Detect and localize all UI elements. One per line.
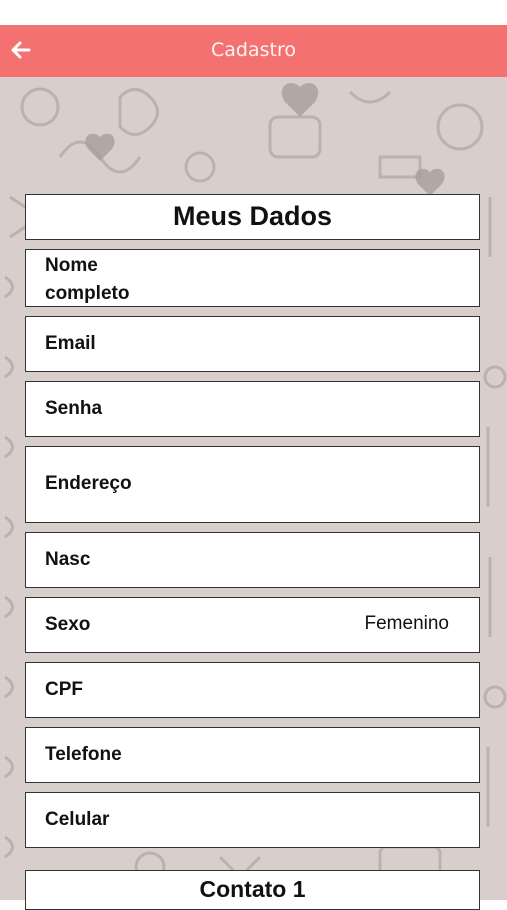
field-celular[interactable]: Celular (25, 792, 480, 848)
section-title: Contato 1 (199, 876, 306, 902)
field-label: Email (45, 333, 96, 354)
field-cpf[interactable]: CPF (25, 662, 480, 718)
field-nasc[interactable]: Nasc (25, 532, 480, 588)
section-title: Meus Dados (172, 201, 333, 231)
field-email[interactable]: Email (25, 316, 480, 372)
field-label: CPF (45, 679, 83, 700)
field-label: Telefone (45, 744, 122, 765)
field-senha[interactable]: Senha (25, 381, 480, 437)
field-endereco[interactable]: Endereço (25, 446, 480, 523)
field-label: Nome completo (45, 255, 130, 304)
field-sexo[interactable]: Sexo Femenino (25, 597, 480, 653)
field-label: Sexo (45, 614, 91, 635)
field-label: Senha (45, 398, 103, 419)
field-label: Endereço (45, 473, 132, 494)
section-header-meus-dados: Meus Dados (25, 194, 480, 240)
field-label: Nasc (45, 549, 91, 570)
page-title: Cadastro (211, 39, 296, 61)
field-telefone[interactable]: Telefone (25, 727, 480, 783)
field-label: Celular (45, 809, 110, 830)
nav-bar: Cadastro (0, 25, 507, 77)
section-header-contato-1: Contato 1 (25, 870, 480, 910)
status-bar (0, 0, 507, 25)
field-nome-completo[interactable]: Nome completo (25, 249, 480, 307)
sexo-value[interactable]: Femenino (365, 613, 450, 635)
